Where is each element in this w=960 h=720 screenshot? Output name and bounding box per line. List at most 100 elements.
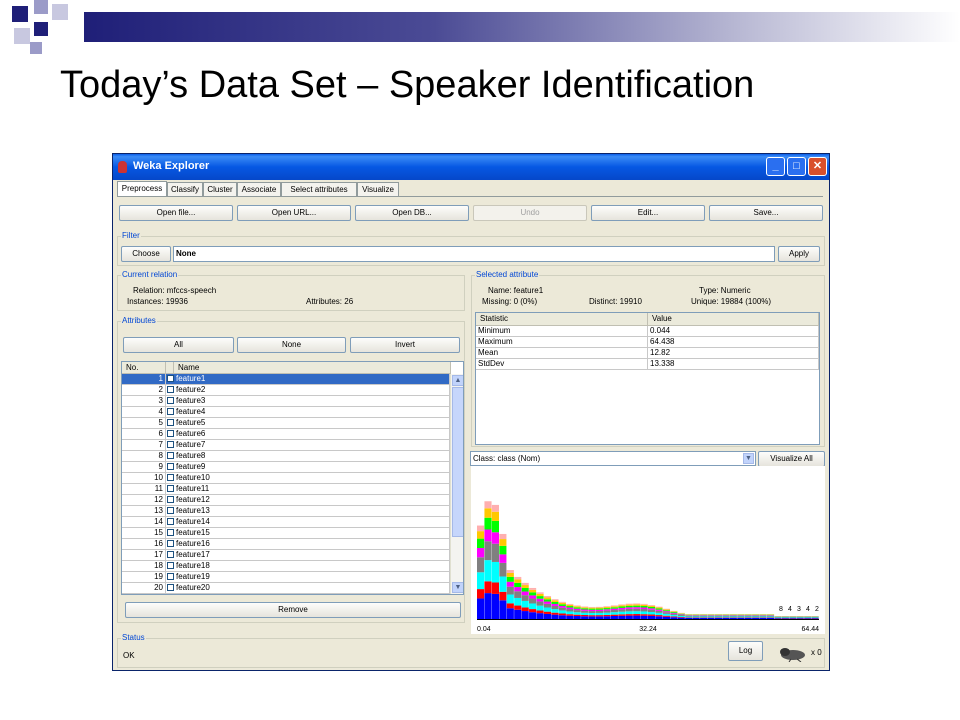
attribute-row[interactable]: 4 feature4 (122, 407, 463, 418)
histogram-bar-segment (640, 615, 648, 619)
attribute-checkbox[interactable] (167, 430, 174, 437)
attribute-checkbox[interactable] (167, 441, 174, 448)
attribute-row[interactable]: 6 feature6 (122, 429, 463, 440)
window-title-bar[interactable]: Weka Explorer _ □ ✕ (113, 154, 829, 180)
maximize-button[interactable]: □ (787, 157, 806, 176)
scroll-down-icon[interactable]: ▼ (452, 582, 463, 593)
class-selector[interactable]: Class: class (Nom) ▼ (470, 451, 756, 466)
histogram-bar-segment (551, 603, 559, 606)
scroll-up-icon[interactable]: ▲ (452, 375, 463, 386)
attribute-row[interactable]: 14 feature14 (122, 517, 463, 528)
attribute-row[interactable]: 18 feature18 (122, 561, 463, 572)
invert-button[interactable]: Invert (350, 337, 460, 353)
attribute-row[interactable]: 19 feature19 (122, 572, 463, 583)
tab-cluster[interactable]: Cluster (203, 182, 237, 196)
attribute-checkbox[interactable] (167, 375, 174, 382)
tab-classify[interactable]: Classify (167, 182, 203, 196)
attribute-checkbox[interactable] (167, 562, 174, 569)
attribute-row[interactable]: 7 feature7 (122, 440, 463, 451)
attribute-checkbox[interactable] (167, 386, 174, 393)
histogram-bar-segment (752, 617, 760, 618)
histogram-bar-segment (707, 617, 715, 618)
attribute-checkbox[interactable] (167, 573, 174, 580)
histogram-bar-segment (603, 606, 611, 608)
histogram-bar-segment (506, 570, 514, 573)
attribute-row[interactable]: 11 feature11 (122, 484, 463, 495)
attribute-checkbox[interactable] (167, 419, 174, 426)
choose-button[interactable]: Choose (121, 246, 171, 262)
histogram-bar-segment (737, 616, 745, 618)
statistic-row[interactable]: Maximum 64.438 (476, 337, 819, 348)
close-button[interactable]: ✕ (808, 157, 827, 176)
attribute-checkbox[interactable] (167, 397, 174, 404)
select-all-button[interactable]: All (123, 337, 234, 353)
attribute-row[interactable]: 20 feature20 (122, 583, 463, 594)
visualize-all-button[interactable]: Visualize All (758, 451, 825, 467)
weka-bird-icon[interactable] (775, 646, 811, 664)
remove-button[interactable]: Remove (125, 602, 461, 618)
save-button[interactable]: Save... (709, 205, 823, 221)
tab-associate[interactable]: Associate (237, 182, 281, 196)
attribute-row[interactable]: 12 feature12 (122, 495, 463, 506)
attribute-checkbox[interactable] (167, 584, 174, 591)
attribute-row[interactable]: 15 feature15 (122, 528, 463, 539)
histogram-bar-segment (670, 612, 678, 613)
open-db-button[interactable]: Open DB... (355, 205, 469, 221)
column-header-statistic[interactable]: Statistic (476, 313, 648, 326)
attribute-checkbox[interactable] (167, 518, 174, 525)
tab-visualize[interactable]: Visualize (357, 182, 399, 196)
chevron-down-icon[interactable]: ▼ (743, 453, 754, 464)
attribute-row[interactable]: 8 feature8 (122, 451, 463, 462)
attribute-checkbox[interactable] (167, 452, 174, 459)
filter-field[interactable]: None (173, 246, 775, 262)
tab-select-attributes[interactable]: Select attributes (281, 182, 357, 196)
select-none-button[interactable]: None (237, 337, 346, 353)
log-button[interactable]: Log (728, 641, 763, 661)
attribute-checkbox[interactable] (167, 507, 174, 514)
apply-button[interactable]: Apply (778, 246, 820, 262)
histogram-bar-segment (491, 582, 499, 594)
attribute-name: feature8 (174, 451, 450, 462)
edit-button[interactable]: Edit... (591, 205, 705, 221)
attribute-checkbox[interactable] (167, 529, 174, 536)
histogram-bar-segment (633, 604, 641, 606)
scroll-thumb[interactable] (452, 387, 463, 537)
tab-preprocess[interactable]: Preprocess (117, 181, 167, 197)
histogram-bar-segment (499, 591, 507, 601)
attribute-row[interactable]: 16 feature16 (122, 539, 463, 550)
open-file-button[interactable]: Open file... (119, 205, 233, 221)
attribute-checkbox[interactable] (167, 463, 174, 470)
undo-button[interactable]: Undo (473, 205, 587, 221)
histogram-bar-segment (477, 589, 485, 599)
attribute-row[interactable]: 1 feature1 (122, 374, 463, 385)
histogram-bar-segment (774, 618, 782, 619)
attribute-row[interactable]: 3 feature3 (122, 396, 463, 407)
attribute-row[interactable]: 17 feature17 (122, 550, 463, 561)
histogram-bar-segment (685, 615, 693, 617)
statistic-value: 13.338 (648, 359, 819, 370)
statistic-row[interactable]: StdDev 13.338 (476, 359, 819, 370)
attribute-row[interactable]: 13 feature13 (122, 506, 463, 517)
histogram-bar-segment (491, 520, 499, 533)
column-header-value[interactable]: Value (648, 313, 819, 326)
attribute-name: feature1 (174, 374, 450, 385)
open-url-button[interactable]: Open URL... (237, 205, 351, 221)
attribute-row[interactable]: 10 feature10 (122, 473, 463, 484)
attribute-checkbox[interactable] (167, 408, 174, 415)
column-header-no[interactable]: No. (122, 362, 166, 374)
attribute-checkbox[interactable] (167, 474, 174, 481)
statistic-row[interactable]: Minimum 0.044 (476, 326, 819, 337)
histogram-bar-segment (588, 609, 596, 612)
column-header-check[interactable] (166, 362, 174, 374)
attribute-row[interactable]: 5 feature5 (122, 418, 463, 429)
column-header-name[interactable]: Name (174, 362, 451, 374)
attribute-row[interactable]: 2 feature2 (122, 385, 463, 396)
attribute-checkbox[interactable] (167, 540, 174, 547)
attribute-checkbox[interactable] (167, 496, 174, 503)
attribute-checkbox[interactable] (167, 551, 174, 558)
attributes-scrollbar[interactable]: ▲ ▼ (450, 374, 463, 594)
minimize-button[interactable]: _ (766, 157, 785, 176)
attribute-row[interactable]: 9 feature9 (122, 462, 463, 473)
attribute-checkbox[interactable] (167, 485, 174, 492)
statistic-row[interactable]: Mean 12.82 (476, 348, 819, 359)
